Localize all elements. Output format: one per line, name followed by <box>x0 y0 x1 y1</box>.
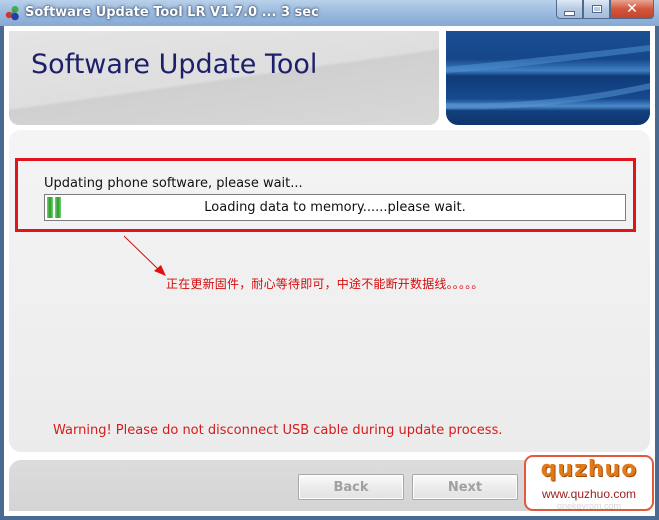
next-button[interactable]: Next <box>412 474 518 500</box>
watermark-logo: quzhuo www.quzhuo.com onekeyrom.com <box>524 455 654 511</box>
caption-buttons: ✕ <box>556 0 654 20</box>
watermark-url: www.quzhuo.com <box>541 487 637 501</box>
close-icon: ✕ <box>626 1 638 17</box>
banner-image <box>446 31 650 125</box>
page-title: Software Update Tool <box>31 49 318 80</box>
app-icon <box>5 5 21 21</box>
window-title: Software Update Tool LR V1.7.0 ... 3 sec <box>25 5 319 20</box>
back-button[interactable]: Back <box>298 474 404 500</box>
watermark-brand: quzhuo <box>540 457 638 482</box>
client-area: Software Update Tool Updating phone soft… <box>4 26 655 516</box>
wave-graphic <box>446 45 650 110</box>
minimize-button[interactable] <box>556 0 583 19</box>
minimize-icon <box>564 10 575 16</box>
close-button[interactable]: ✕ <box>610 0 654 19</box>
warning-message: Warning! Please do not disconnect USB ca… <box>53 423 503 438</box>
annotation-note: 正在更新固件，耐心等待即可，中途不能断开数据线。。。。。 <box>166 277 484 291</box>
maximize-button[interactable] <box>583 0 610 19</box>
title-bar[interactable]: Software Update Tool LR V1.7.0 ... 3 sec… <box>0 0 659 26</box>
app-window: Software Update Tool LR V1.7.0 ... 3 sec… <box>0 0 659 520</box>
maximize-icon <box>591 5 602 13</box>
header-panel: Software Update Tool <box>9 31 439 125</box>
main-panel: Updating phone software, please wait... … <box>9 130 650 452</box>
watermark-sub: onekeyrom.com <box>556 501 622 511</box>
